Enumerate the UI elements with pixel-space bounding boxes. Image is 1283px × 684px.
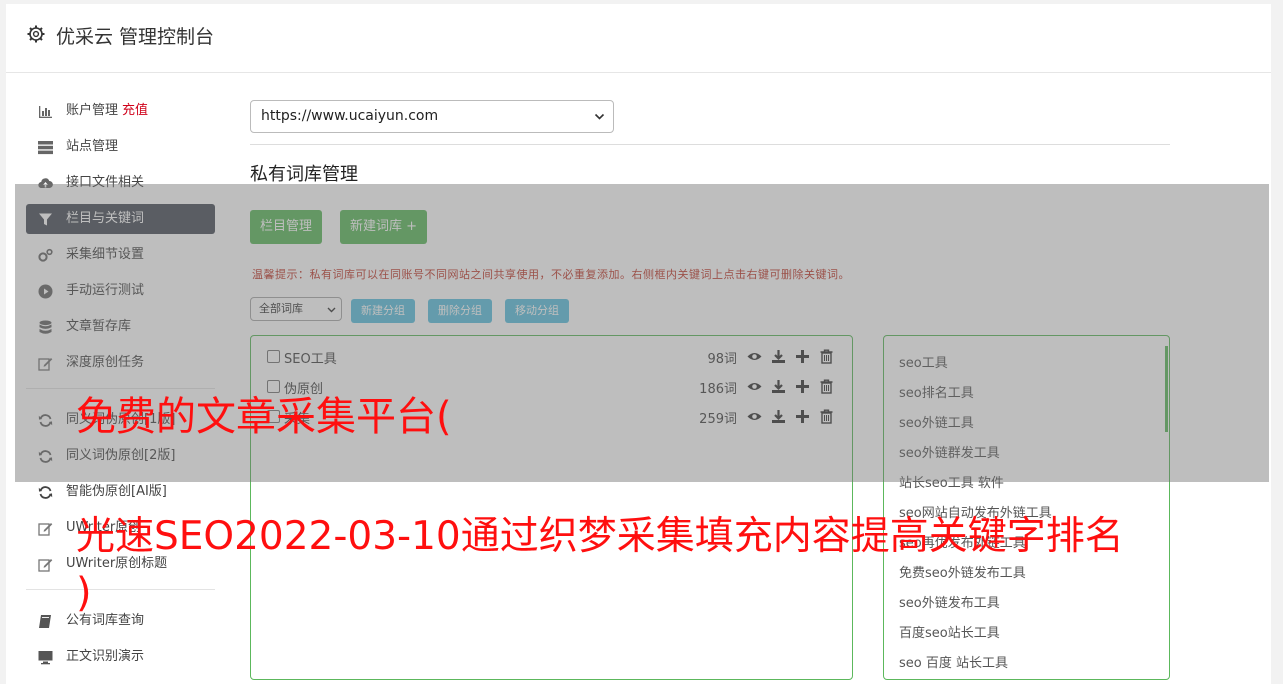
page-title: 私有词库管理: [250, 164, 358, 185]
chevron-down-icon: [594, 113, 605, 120]
sidebar-item-label: 站点管理: [66, 139, 119, 154]
refresh-icon: [38, 486, 53, 499]
sidebar-item-label: 账户管理: [66, 103, 119, 118]
bar-chart-icon: [39, 106, 52, 118]
sidebar-item-text-recognition[interactable]: 正文识别演示: [26, 642, 215, 672]
site-select[interactable]: https://www.ucaiyun.com: [250, 100, 614, 133]
recharge-link[interactable]: 充值: [122, 103, 148, 118]
watermark-line-3: ): [76, 570, 92, 616]
sidebar-item-sites[interactable]: 站点管理: [26, 132, 215, 162]
sidebar-item-label: 正文识别演示: [66, 649, 145, 664]
sidebar-item-account[interactable]: 账户管理 充值: [26, 96, 215, 126]
book-icon: [39, 615, 51, 628]
app-title: 优采云 管理控制台: [56, 26, 215, 48]
keyword-item[interactable]: 免费seo外链发布工具: [899, 562, 1026, 581]
sidebar-item-public-library[interactable]: 公有词库查询: [26, 606, 215, 636]
watermark-line-2: 光速SEO2022-03-10通过织梦采集填充内容提高关键字排名: [76, 514, 1124, 559]
keyword-item[interactable]: seo 百度 站长工具: [899, 652, 1008, 671]
gear-icon: [27, 25, 45, 43]
sidebar-item-label: 智能伪原创[AI版]: [66, 484, 167, 499]
keyword-item[interactable]: seo外链发布工具: [899, 592, 1000, 611]
divider: [250, 144, 1170, 145]
server-icon: [38, 141, 53, 155]
edit-icon: [38, 559, 53, 572]
watermark-line-1: 免费的文章采集平台(: [76, 394, 452, 440]
sidebar-divider: [26, 589, 215, 590]
keyword-item[interactable]: 百度seo站长工具: [899, 622, 1000, 641]
header: 优采云 管理控制台: [6, 4, 1271, 73]
monitor-icon: [38, 651, 53, 665]
site-select-value: https://www.ucaiyun.com: [261, 108, 439, 124]
edit-icon: [38, 523, 53, 536]
